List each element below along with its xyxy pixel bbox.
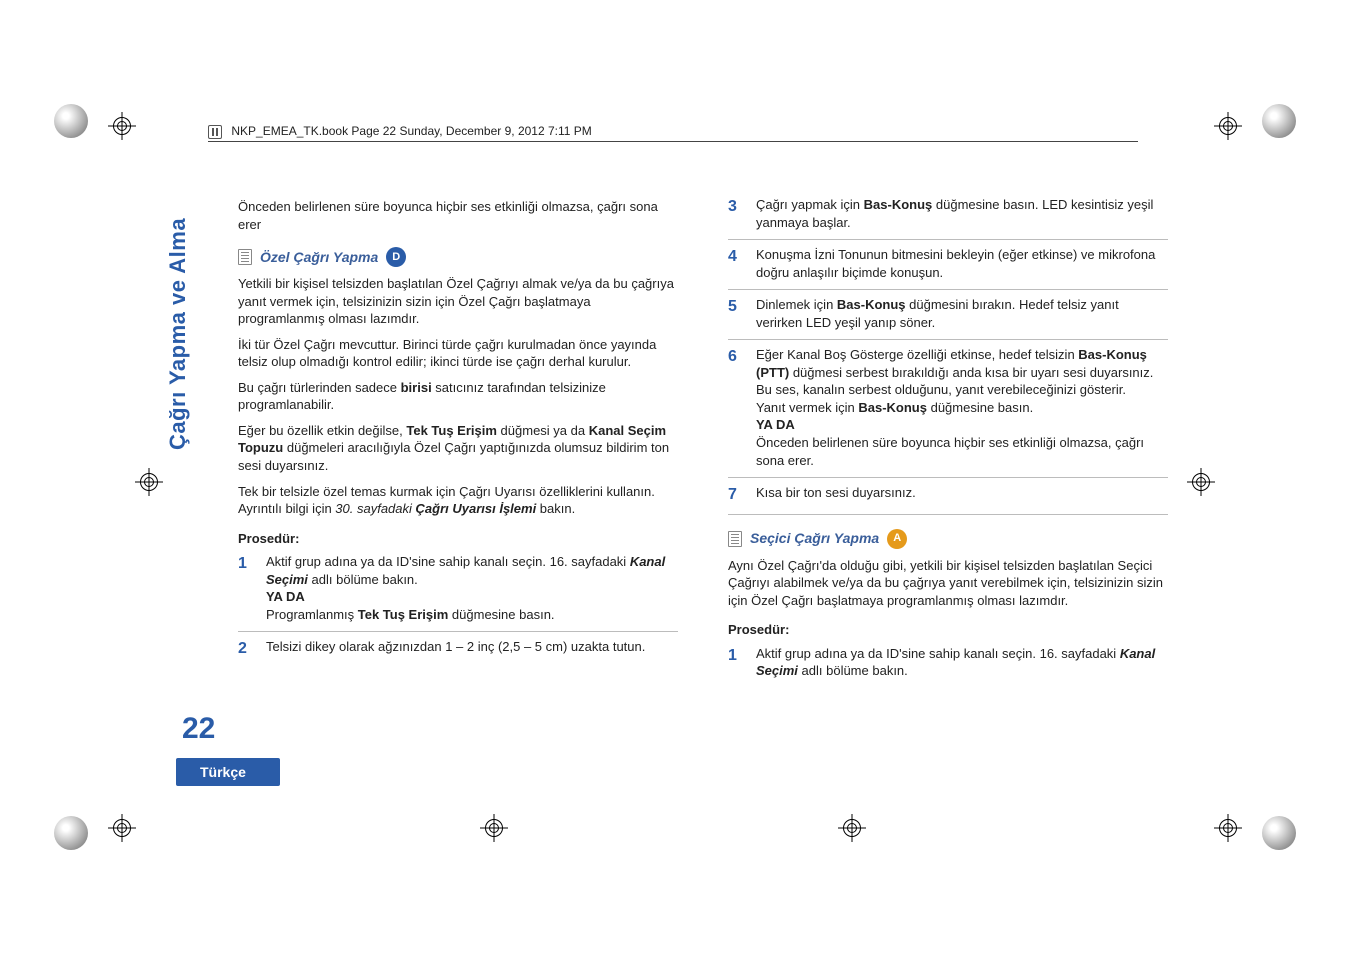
step-body: Çağrı yapmak için Bas-Konuş düğmesine ba… xyxy=(756,196,1168,231)
step-number: 1 xyxy=(238,553,254,623)
step-body: Eğer Kanal Boş Gösterge özelliği etkinse… xyxy=(756,346,1168,469)
procedure-step: 7 Kısa bir ton sesi duyarsınız. xyxy=(728,484,1168,515)
registration-mark-icon xyxy=(1187,468,1215,496)
paragraph: Bu çağrı türlerinden sadece birisi satıc… xyxy=(238,379,678,414)
paragraph: Eğer bu özellik etkin değilse, Tek Tuş E… xyxy=(238,422,678,475)
section-side-label: Çağrı Yapma ve Alma xyxy=(165,218,191,450)
intro-continuation: Önceden belirlenen süre boyunca hiçbir s… xyxy=(238,198,678,233)
step-number: 6 xyxy=(728,346,744,469)
print-corner-globe xyxy=(54,816,88,850)
step-number: 1 xyxy=(728,645,744,680)
page-number: 22 xyxy=(182,712,215,746)
right-column: 3 Çağrı yapmak için Bas-Konuş düğmesine … xyxy=(728,190,1168,694)
procedure-step: 4 Konuşma İzni Tonunun bitmesini bekleyi… xyxy=(728,246,1168,290)
procedure-step: 5 Dinlemek için Bas-Konuş düğmesini bıra… xyxy=(728,296,1168,340)
registration-mark-icon xyxy=(1214,112,1242,140)
note-icon xyxy=(728,531,742,547)
registration-mark-icon xyxy=(838,814,866,842)
print-corner-globe xyxy=(1262,104,1296,138)
step-body: Telsizi dikey olarak ağzınızdan 1 – 2 in… xyxy=(266,638,678,660)
step-number: 3 xyxy=(728,196,744,231)
step-body: Dinlemek için Bas-Konuş düğmesini bırakı… xyxy=(756,296,1168,331)
procedure-step: 1 Aktif grup adına ya da ID'sine sahip k… xyxy=(728,645,1168,688)
note-icon xyxy=(238,249,252,265)
step-number: 7 xyxy=(728,484,744,506)
registration-mark-icon xyxy=(135,468,163,496)
paragraph: İki tür Özel Çağrı mevcuttur. Birinci tü… xyxy=(238,336,678,371)
page-header: NKP_EMEA_TK.book Page 22 Sunday, Decembe… xyxy=(208,124,1138,142)
procedure-label: Prosedür: xyxy=(728,621,1168,639)
language-tab: Türkçe xyxy=(176,758,280,786)
procedure-step: 2 Telsizi dikey olarak ağzınızdan 1 – 2 … xyxy=(238,638,678,668)
heading-label: Seçici Çağrı Yapma xyxy=(750,529,879,548)
step-body: Aktif grup adına ya da ID'sine sahip kan… xyxy=(266,553,678,623)
procedure-label: Prosedür: xyxy=(238,530,678,548)
book-icon xyxy=(208,125,222,139)
step-number: 4 xyxy=(728,246,744,281)
procedure-step: 6 Eğer Kanal Boş Gösterge özelliği etkin… xyxy=(728,346,1168,478)
paragraph: Yetkili bir kişisel telsizden başlatılan… xyxy=(238,275,678,328)
registration-mark-icon xyxy=(1214,814,1242,842)
left-column: Önceden belirlenen süre boyunca hiçbir s… xyxy=(238,190,678,694)
step-body: Konuşma İzni Tonunun bitmesini bekleyin … xyxy=(756,246,1168,281)
section-heading-private-call: Özel Çağrı Yapma D xyxy=(238,247,678,267)
step-body: Aktif grup adına ya da ID'sine sahip kan… xyxy=(756,645,1168,680)
section-heading-selective-call: Seçici Çağrı Yapma A xyxy=(728,529,1168,549)
step-body: Kısa bir ton sesi duyarsınız. xyxy=(756,484,1168,506)
registration-mark-icon xyxy=(480,814,508,842)
header-text: NKP_EMEA_TK.book Page 22 Sunday, Decembe… xyxy=(231,124,591,138)
mode-badge-icon: D xyxy=(386,247,406,267)
paragraph: Tek bir telsizle özel temas kurmak için … xyxy=(238,483,678,518)
step-number: 2 xyxy=(238,638,254,660)
procedure-step: 1 Aktif grup adına ya da ID'sine sahip k… xyxy=(238,553,678,632)
paragraph: Aynı Özel Çağrı'da olduğu gibi, yetkili … xyxy=(728,557,1168,610)
mode-badge-icon: A xyxy=(887,529,907,549)
step-number: 5 xyxy=(728,296,744,331)
print-corner-globe xyxy=(1262,816,1296,850)
heading-label: Özel Çağrı Yapma xyxy=(260,248,378,267)
print-corner-globe xyxy=(54,104,88,138)
page-content: Önceden belirlenen süre boyunca hiçbir s… xyxy=(238,190,1168,694)
registration-mark-icon xyxy=(108,814,136,842)
registration-mark-icon xyxy=(108,112,136,140)
procedure-step: 3 Çağrı yapmak için Bas-Konuş düğmesine … xyxy=(728,196,1168,240)
